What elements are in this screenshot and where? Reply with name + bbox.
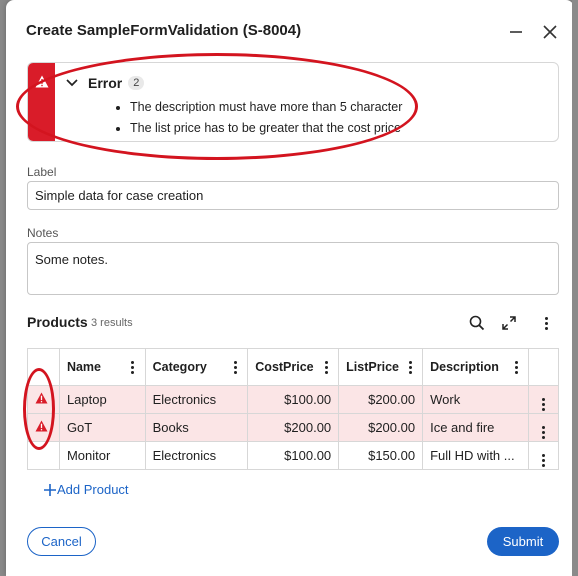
cell-description: Work bbox=[422, 385, 529, 414]
create-dialog: Create SampleFormValidation (S-8004) Err… bbox=[6, 0, 574, 576]
column-menu-icon[interactable] bbox=[321, 360, 331, 374]
close-button[interactable] bbox=[538, 20, 562, 44]
label-input[interactable]: Simple data for case creation bbox=[27, 181, 559, 210]
cancel-button[interactable]: Cancel bbox=[27, 527, 96, 556]
error-panel: Error 2 The description must have more t… bbox=[27, 62, 559, 142]
add-product-label: Add Product bbox=[57, 482, 129, 497]
column-header-name[interactable]: Name bbox=[58, 348, 146, 386]
add-product-button[interactable]: Add Product bbox=[43, 482, 129, 497]
expand-button[interactable] bbox=[498, 312, 520, 334]
more-icon bbox=[541, 316, 551, 330]
submit-button[interactable]: Submit bbox=[487, 527, 559, 556]
cell-category: Electronics bbox=[144, 385, 249, 414]
cell-costprice: $100.00 bbox=[247, 441, 340, 470]
more-icon[interactable] bbox=[539, 425, 549, 439]
warning-icon bbox=[35, 420, 48, 432]
column-menu-icon[interactable] bbox=[511, 360, 521, 374]
search-button[interactable] bbox=[466, 312, 488, 334]
row-actions-cell[interactable] bbox=[528, 385, 559, 414]
table-row[interactable]: GoT Books $200.00 $200.00 Ice and fire bbox=[27, 413, 559, 442]
error-toggle[interactable]: Error 2 bbox=[66, 74, 145, 92]
cell-listprice: $200.00 bbox=[338, 385, 424, 414]
cell-category: Books bbox=[144, 413, 249, 442]
cell-listprice: $150.00 bbox=[338, 441, 424, 470]
minimize-icon bbox=[510, 31, 522, 33]
column-menu-icon[interactable] bbox=[405, 360, 415, 374]
cell-name: Laptop bbox=[58, 385, 146, 414]
products-header: Products 3 results bbox=[27, 312, 559, 334]
more-icon[interactable] bbox=[539, 397, 549, 411]
plus-icon bbox=[44, 483, 56, 496]
column-menu-icon[interactable] bbox=[128, 360, 138, 374]
error-list: The description must have more than 5 ch… bbox=[110, 97, 402, 139]
table-header-row: Name Category CostPrice ListPrice Descri… bbox=[27, 348, 559, 386]
search-icon bbox=[469, 315, 485, 331]
products-count: 3 results bbox=[91, 317, 133, 329]
table-row[interactable]: Laptop Electronics $100.00 $200.00 Work bbox=[27, 385, 559, 414]
row-status-cell bbox=[27, 385, 60, 414]
warning-icon bbox=[35, 392, 48, 404]
warning-icon bbox=[35, 75, 49, 88]
close-icon bbox=[543, 25, 557, 39]
row-actions-cell[interactable] bbox=[528, 441, 559, 470]
column-header-listprice[interactable]: ListPrice bbox=[338, 348, 424, 386]
status-column-header bbox=[27, 348, 60, 386]
error-title: Error bbox=[88, 75, 123, 91]
column-header-category[interactable]: Category bbox=[144, 348, 249, 386]
column-header-description[interactable]: Description bbox=[422, 348, 529, 386]
row-status-cell bbox=[27, 413, 60, 442]
expand-icon bbox=[502, 316, 516, 330]
products-title: Products bbox=[27, 314, 88, 330]
cell-description: Full HD with ... bbox=[422, 441, 529, 470]
error-count-badge: 2 bbox=[128, 76, 145, 90]
chevron-down-icon bbox=[66, 79, 78, 87]
notes-textarea[interactable]: Some notes. bbox=[27, 242, 559, 295]
dialog-header: Create SampleFormValidation (S-8004) bbox=[26, 20, 560, 44]
row-actions-cell[interactable] bbox=[528, 413, 559, 442]
error-message: The description must have more than 5 ch… bbox=[130, 97, 402, 118]
cell-listprice: $200.00 bbox=[338, 413, 424, 442]
error-strip bbox=[28, 63, 55, 141]
more-icon[interactable] bbox=[539, 453, 549, 467]
label-field-label: Label bbox=[27, 165, 57, 179]
minimize-button[interactable] bbox=[504, 20, 528, 44]
column-menu-icon[interactable] bbox=[230, 360, 240, 374]
actions-column-header bbox=[528, 348, 559, 386]
notes-field-label: Notes bbox=[27, 226, 59, 240]
cell-description: Ice and fire bbox=[422, 413, 529, 442]
cell-costprice: $100.00 bbox=[247, 385, 340, 414]
cell-name: Monitor bbox=[58, 441, 146, 470]
products-more-button[interactable] bbox=[535, 312, 557, 334]
error-message: The list price has to be greater that th… bbox=[130, 118, 402, 139]
dialog-title: Create SampleFormValidation (S-8004) bbox=[26, 22, 302, 39]
column-header-costprice[interactable]: CostPrice bbox=[247, 348, 340, 386]
products-table: Name Category CostPrice ListPrice Descri… bbox=[27, 348, 559, 470]
table-row[interactable]: Monitor Electronics $100.00 $150.00 Full… bbox=[27, 441, 559, 470]
cell-costprice: $200.00 bbox=[247, 413, 340, 442]
cell-name: GoT bbox=[58, 413, 146, 442]
window-scrollbar[interactable] bbox=[572, 0, 578, 576]
row-status-cell bbox=[27, 441, 60, 470]
cell-category: Electronics bbox=[144, 441, 249, 470]
